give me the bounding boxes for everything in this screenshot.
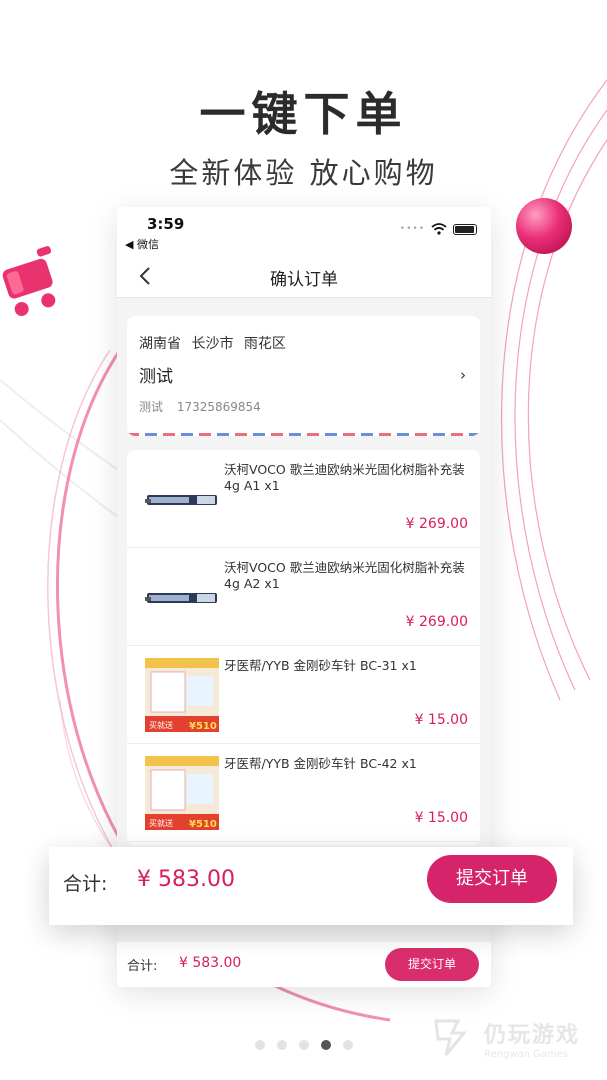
goods-price: ¥ 269.00	[405, 614, 468, 630]
address-contact: 测试 17325869854	[139, 400, 261, 414]
status-icons: ••••	[400, 223, 477, 235]
address-name: 测试	[139, 367, 173, 387]
goods-list: 沃柯VOCO 歌兰迪欧纳米光固化树脂补充装4g A1 x1 ¥ 269.00 沃…	[127, 450, 480, 845]
list-item[interactable]: 沃柯VOCO 歌兰迪欧纳米光固化树脂补充装4g A1 x1 ¥ 269.00	[127, 450, 480, 548]
list-item[interactable]: 沃柯VOCO 歌兰迪欧纳米光固化树脂补充装4g A2 x1 ¥ 269.00	[127, 548, 480, 646]
page-title: 确认订单	[270, 270, 338, 290]
bur-box-image: 买就送 ¥510	[145, 756, 219, 830]
total-label: 合计:	[127, 959, 158, 974]
pink-ball-decoration	[516, 198, 572, 254]
goods-name: 牙医帮/YYB 金刚砂车针 BC-31 x1	[224, 658, 417, 673]
page-dot[interactable]	[276, 1040, 287, 1050]
promo-subline: 全新体验 放心购物	[169, 156, 438, 190]
svg-text:买就送: 买就送	[149, 818, 173, 828]
bur-box-image: 买就送 ¥510	[145, 658, 219, 732]
submit-order-button[interactable]: 提交订单	[385, 948, 479, 981]
page-dot[interactable]	[342, 1040, 353, 1050]
page-dot-active[interactable]	[320, 1040, 331, 1050]
svg-text:买就送: 买就送	[149, 720, 173, 730]
goods-name: 沃柯VOCO 歌兰迪欧纳米光固化树脂补充装4g A2 x1	[224, 560, 465, 591]
shopping-cart-icon	[2, 246, 56, 316]
goods-price: ¥ 269.00	[405, 516, 468, 532]
page-dot[interactable]	[254, 1040, 265, 1050]
page-dot[interactable]	[298, 1040, 309, 1050]
resin-tube-image	[145, 462, 219, 536]
chevron-right-icon: ›	[460, 366, 466, 384]
submit-order-button[interactable]: 提交订单	[427, 855, 557, 903]
battery-icon	[453, 223, 477, 235]
goods-price: ¥ 15.00	[414, 810, 468, 826]
svg-text:¥510: ¥510	[189, 721, 217, 732]
goods-name: 沃柯VOCO 歌兰迪欧纳米光固化树脂补充装4g A1 x1	[224, 462, 465, 493]
watermark-cn: 仍玩游戏	[484, 1022, 581, 1048]
order-footer: 合计: ¥ 583.00 提交订单	[117, 942, 491, 987]
signal-icon: ••••	[399, 224, 425, 234]
total-value: ¥ 583.00	[137, 867, 235, 892]
status-bar: 3:59 ◀ 微信 ••••	[117, 207, 491, 253]
total-label: 合计:	[63, 873, 108, 895]
goods-name: 牙医帮/YYB 金刚砂车针 BC-42 x1	[224, 756, 417, 771]
status-time: 3:59	[147, 215, 185, 233]
promo-headline: 一键下单	[199, 87, 408, 141]
resin-tube-image	[145, 560, 219, 634]
address-region: 湖南省 长沙市 雨花区	[139, 336, 286, 352]
floating-order-bar: 合计: ¥ 583.00 提交订单	[49, 847, 573, 925]
goods-price: ¥ 15.00	[414, 712, 468, 728]
address-card[interactable]: 湖南省 长沙市 雨花区 测试 › 测试 17325869854	[127, 316, 480, 436]
nav-bar: 确认订单	[117, 253, 491, 298]
watermark-en: Rengwan Games	[484, 1048, 569, 1060]
watermark: 仍玩游戏 Rengwan Games	[430, 1014, 580, 1062]
wifi-icon	[431, 223, 447, 235]
list-item[interactable]: 买就送 ¥510 牙医帮/YYB 金刚砂车针 BC-42 x1 ¥ 15.00	[127, 744, 480, 842]
airmail-stripe	[127, 433, 480, 436]
watermark-logo-icon	[434, 1019, 468, 1056]
svg-text:¥510: ¥510	[189, 819, 217, 830]
list-item[interactable]: 买就送 ¥510 牙医帮/YYB 金刚砂车针 BC-31 x1 ¥ 15.00	[127, 646, 480, 744]
total-value: ¥ 583.00	[179, 955, 242, 971]
back-to-wechat-link[interactable]: ◀ 微信	[125, 236, 159, 252]
